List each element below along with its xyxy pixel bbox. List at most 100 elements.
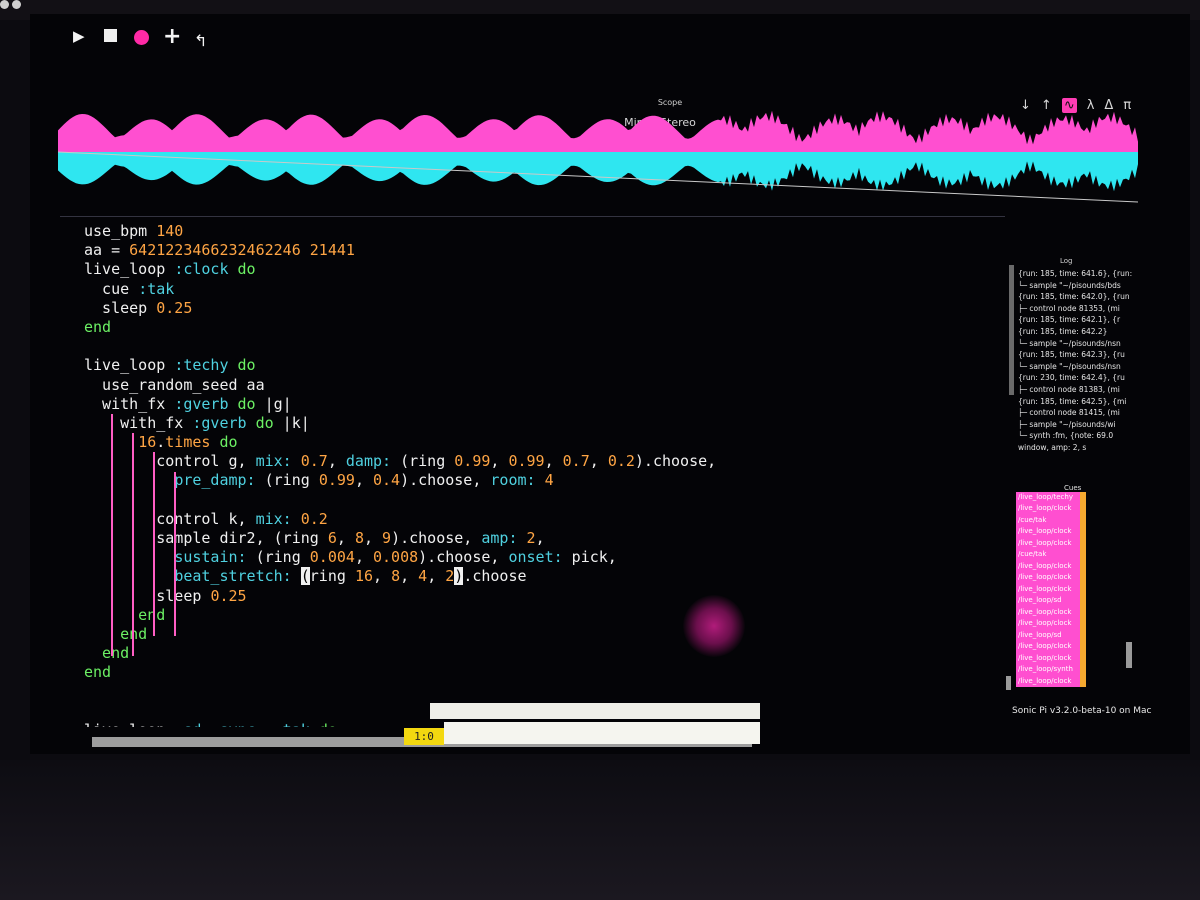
code-token: 4	[544, 471, 554, 490]
code-token: ring	[309, 567, 355, 586]
code-token: (ring	[255, 471, 319, 490]
cue-item: /cue/tak	[1016, 549, 1086, 561]
code-token: :techy	[174, 356, 229, 375]
code-token: mix:	[255, 509, 292, 528]
log-scrollbar[interactable]	[1009, 265, 1014, 395]
code-line[interactable]: with_fx :gverb do |k|	[84, 414, 1004, 433]
code-token: end	[84, 317, 112, 336]
code-token: ,	[363, 529, 383, 547]
code-line[interactable]: end	[84, 663, 1004, 682]
code-token: do	[237, 356, 256, 375]
code-token: :sd	[174, 721, 201, 727]
code-token: do	[237, 260, 256, 279]
code-token: ,	[427, 567, 446, 586]
log-line: {run: 185, time: 642.5}, {mi	[1018, 396, 1127, 406]
code-token: ).choose,	[418, 548, 509, 567]
code-line[interactable]: sustain: (ring 0.004, 0.008).choose, ons…	[84, 548, 1004, 567]
cues-title: Cues	[1064, 484, 1082, 492]
code-line[interactable]: end	[84, 318, 1004, 337]
cue-item: /live_loop/clock	[1016, 675, 1086, 688]
cue-item: /live_loop/sd	[1016, 629, 1086, 642]
cursor-position: 1:0	[404, 728, 444, 745]
visualizer-burst	[683, 595, 745, 657]
code-line[interactable]	[84, 491, 1004, 510]
code-line[interactable]: use_bpm 140	[84, 222, 1004, 241]
code-editor[interactable]: use_bpm 140 aa = 6421223466232462246 2144…	[84, 222, 1004, 727]
code-token: 0.2	[607, 452, 635, 471]
add-button[interactable]: +	[163, 26, 181, 48]
code-line[interactable]: 16.times do	[84, 433, 1004, 452]
code-line[interactable]: control k, mix: 0.2	[84, 510, 1004, 529]
code-line[interactable]	[84, 337, 1004, 356]
cues-panel: /live_loop/techy/live_loop/clock/cue/tak…	[1016, 492, 1086, 688]
code-line[interactable]: control g, mix: 0.7, damp: (ring 0.99, 0…	[84, 452, 1004, 471]
code-token: control g,	[84, 452, 256, 471]
indent-guide	[174, 471, 176, 637]
code-token: ,	[544, 452, 563, 471]
code-token: 0.4	[373, 471, 401, 490]
code-line[interactable]: pre_damp: (ring 0.99, 0.4).choose, room:…	[84, 471, 1004, 490]
cue-item: /live_loop/clock	[1016, 583, 1086, 596]
code-token: 8	[391, 567, 401, 586]
code-token: ,	[490, 452, 509, 471]
code-token: ,	[589, 452, 608, 471]
code-token: sync:	[219, 721, 264, 727]
indent-guide	[153, 452, 155, 637]
stop-button[interactable]	[104, 29, 117, 42]
cue-item: /live_loop/clock	[1016, 606, 1086, 619]
record-button[interactable]	[134, 30, 149, 45]
code-token: (ring	[246, 548, 310, 567]
code-line[interactable]	[84, 683, 1004, 702]
code-token: room:	[490, 471, 536, 490]
log-line: ├─ control node 81383, (mi	[1018, 384, 1120, 394]
code-token: use_bpm	[84, 222, 157, 240]
log-line: {run: 185, time: 642.0}, {run	[1018, 292, 1130, 302]
cues-scrollbar[interactable]	[1126, 642, 1132, 668]
code-line[interactable]: aa = 6421223466232462246 21441	[84, 241, 1004, 260]
run-button[interactable]: ▶	[73, 27, 85, 45]
undo-button[interactable]: ↰	[194, 32, 207, 50]
log-line: {run: 185, time: 642.2}	[1018, 326, 1108, 336]
code-line[interactable]: end	[84, 625, 1004, 644]
code-token: end	[84, 644, 130, 663]
code-line[interactable]: cue :tak	[84, 280, 1004, 299]
status-bar	[444, 722, 760, 744]
code-token: ,	[354, 471, 373, 490]
code-token: 0.2	[300, 509, 328, 528]
log-line: {run: 230, time: 642.4}, {ru	[1018, 373, 1125, 383]
code-token: ,	[354, 548, 373, 567]
desk-area	[0, 760, 1200, 900]
code-line[interactable]: live_loop :techy do	[84, 356, 1004, 375]
code-token: ,	[400, 567, 419, 586]
code-token: pick,	[562, 548, 617, 567]
editor-scroll-thumb[interactable]	[430, 703, 760, 719]
code-line[interactable]: sleep 0.25	[84, 299, 1004, 318]
code-token: mix:	[255, 452, 292, 471]
code-token: 16	[138, 433, 157, 452]
code-token: 0.99	[318, 471, 355, 490]
code-line[interactable]: sample dir2, (ring 6, 8, 9).choose, amp:…	[84, 529, 1004, 548]
code-token: sleep	[84, 298, 157, 317]
code-line[interactable]: end	[84, 606, 1004, 625]
code-token: sustain:	[174, 548, 247, 567]
code-token: ).choose,	[400, 471, 491, 490]
code-line[interactable]: with_fx :gverb do |g|	[84, 395, 1004, 414]
code-line[interactable]: beat_stretch: (ring 16, 8, 4, 2).choose	[84, 567, 1004, 586]
code-line[interactable]: live_loop :clock do	[84, 260, 1004, 279]
code-token: .	[156, 433, 166, 452]
log-line: window, amp: 2, s	[1018, 442, 1087, 452]
log-line: {run: 185, time: 641.6}, {run:	[1018, 269, 1133, 278]
code-token: :tak	[274, 721, 310, 727]
code-line[interactable]: use_random_seed aa	[84, 376, 1004, 395]
code-line[interactable]: end	[84, 644, 1004, 663]
code-line[interactable]: sleep 0.25	[84, 587, 1004, 606]
code-token: live_loop	[84, 721, 174, 727]
cues-scrollbar-left[interactable]	[1006, 676, 1011, 690]
code-token: |g|	[255, 394, 292, 413]
cue-item: /live_loop/clock	[1016, 572, 1086, 584]
code-token: 2	[445, 567, 455, 586]
